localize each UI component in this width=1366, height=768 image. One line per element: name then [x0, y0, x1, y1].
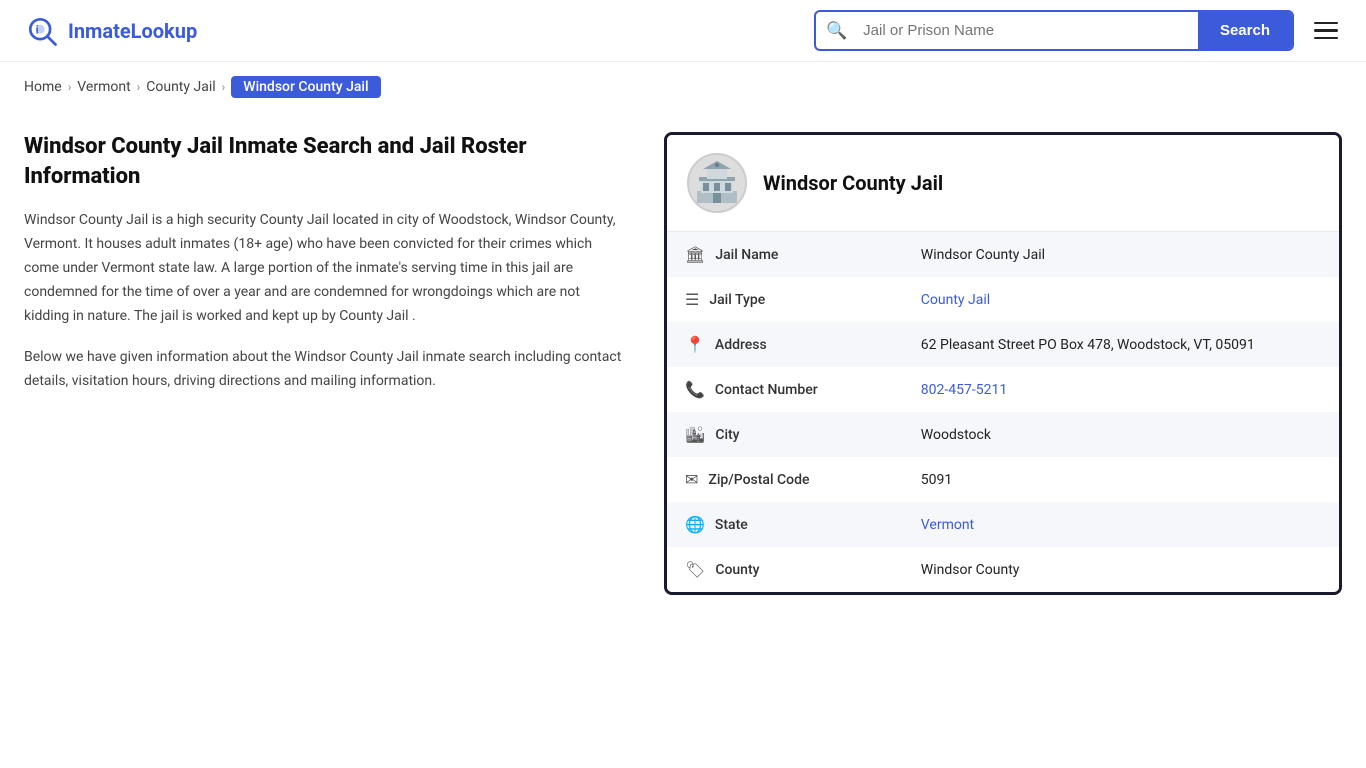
row-value: 5091	[903, 457, 1339, 502]
breadcrumb-state[interactable]: Vermont	[77, 79, 130, 95]
row-icon: ☰	[685, 290, 699, 309]
menu-button[interactable]	[1310, 18, 1342, 44]
search-icon: 🔍	[816, 21, 857, 41]
info-table: 🏛Jail Name Windsor County Jail ☰Jail Type C…	[667, 232, 1339, 592]
card-title: Windsor County Jail	[763, 171, 943, 195]
header-right: 🔍 Search	[814, 10, 1342, 51]
row-label: ✉Zip/Postal Code	[667, 457, 867, 502]
right-column: Windsor County Jail 🏛Jail Name Windsor Co…	[664, 132, 1342, 595]
row-value: Woodstock	[903, 412, 1339, 457]
row-value: 62 Pleasant Street PO Box 478, Woodstock…	[903, 322, 1339, 367]
row-label: ☰Jail Type	[667, 277, 867, 322]
row-label: 🏛Jail Name	[667, 232, 867, 277]
info-card: Windsor County Jail 🏛Jail Name Windsor Co…	[664, 132, 1342, 595]
logo-icon: i	[24, 13, 60, 49]
table-row: 🏛Jail Name Windsor County Jail	[667, 232, 1339, 277]
breadcrumb-category[interactable]: County Jail	[146, 79, 215, 95]
main-content: Windsor County Jail Inmate Search and Ja…	[0, 112, 1366, 615]
logo-text: InmateLookup	[68, 19, 197, 43]
row-label: 📍Address	[667, 322, 867, 367]
breadcrumb-active: Windsor County Jail	[231, 76, 380, 98]
page-title: Windsor County Jail Inmate Search and Ja…	[24, 132, 624, 191]
row-icon: ✉	[685, 470, 698, 489]
row-icon: 🌐	[685, 515, 705, 534]
row-link[interactable]: County Jail	[921, 292, 990, 308]
table-row: 📞Contact Number 802-457-5211	[667, 367, 1339, 412]
row-link[interactable]: Vermont	[921, 517, 974, 533]
table-row: 📍Address 62 Pleasant Street PO Box 478, W…	[667, 322, 1339, 367]
breadcrumb-home[interactable]: Home	[24, 79, 62, 95]
row-value[interactable]: County Jail	[903, 277, 1339, 322]
table-row: ☰Jail Type County Jail	[667, 277, 1339, 322]
svg-text:i: i	[36, 23, 39, 36]
row-icon: 🏛	[685, 245, 705, 264]
table-row: 🏷County Windsor County	[667, 547, 1339, 592]
row-icon: 📞	[685, 380, 705, 399]
row-icon: 🏷	[685, 560, 705, 579]
hamburger-line-1	[1314, 22, 1338, 25]
search-input[interactable]	[857, 12, 1198, 49]
row-value: Windsor County	[903, 547, 1339, 592]
table-row: ✉Zip/Postal Code 5091	[667, 457, 1339, 502]
row-value[interactable]: Vermont	[903, 502, 1339, 547]
row-icon: 📍	[685, 335, 705, 354]
row-icon: 🏙	[685, 425, 705, 444]
row-label: 🏙City	[667, 412, 867, 457]
search-button[interactable]: Search	[1198, 12, 1292, 49]
row-label: 🌐State	[667, 502, 867, 547]
card-header: Windsor County Jail	[667, 135, 1339, 232]
jail-avatar-image	[693, 159, 741, 207]
row-value: Windsor County Jail	[903, 232, 1339, 277]
site-header: i InmateLookup 🔍 Search	[0, 0, 1366, 62]
breadcrumb-chevron-1: ›	[68, 80, 72, 94]
page-desc-2: Below we have given information about th…	[24, 346, 624, 394]
row-label: 🏷County	[667, 547, 867, 592]
table-row: 🏙City Woodstock	[667, 412, 1339, 457]
breadcrumb-chevron-3: ›	[222, 80, 226, 94]
breadcrumb-chevron-2: ›	[137, 80, 141, 94]
search-bar: 🔍 Search	[814, 10, 1294, 51]
hamburger-line-3	[1314, 37, 1338, 40]
table-row: 🌐State Vermont	[667, 502, 1339, 547]
hamburger-line-2	[1314, 29, 1338, 32]
page-desc-1: Windsor County Jail is a high security C…	[24, 209, 624, 328]
logo-link[interactable]: i InmateLookup	[24, 13, 197, 49]
row-label: 📞Contact Number	[667, 367, 867, 412]
row-link[interactable]: 802-457-5211	[921, 382, 1007, 398]
row-value[interactable]: 802-457-5211	[903, 367, 1339, 412]
jail-avatar	[687, 153, 747, 213]
left-column: Windsor County Jail Inmate Search and Ja…	[24, 132, 664, 595]
breadcrumb: Home › Vermont › County Jail › Windsor C…	[0, 62, 1366, 112]
